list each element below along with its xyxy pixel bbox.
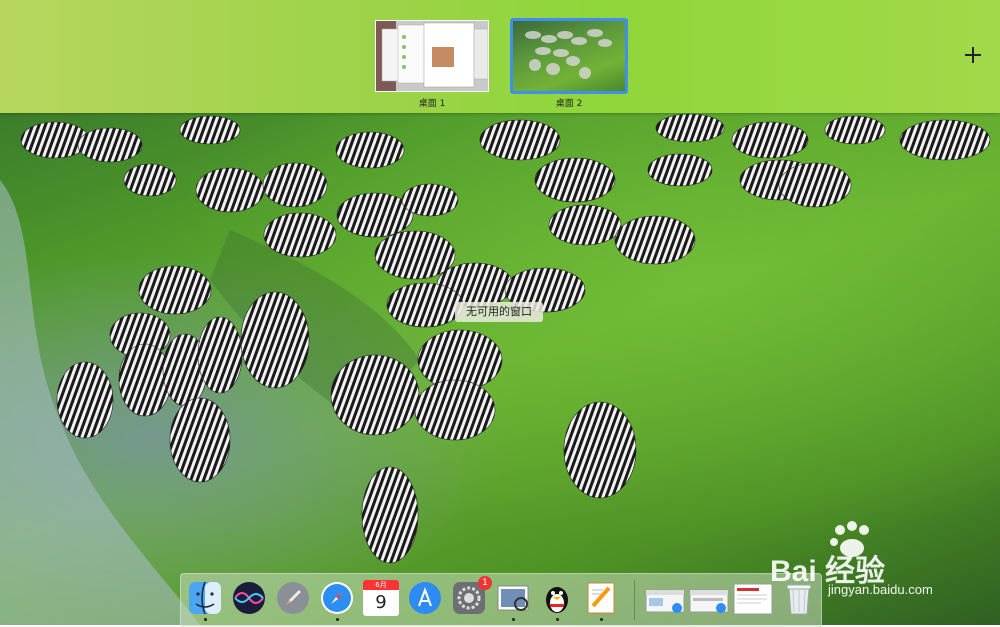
running-indicator [600, 618, 603, 621]
desktop-2-preview [525, 29, 612, 79]
desktop-1-preview [376, 21, 488, 91]
safari-window-icon[interactable] [645, 580, 685, 616]
calendar-month: 6月 [363, 580, 399, 590]
running-indicator [204, 618, 207, 621]
space-label-desktop-1: 桌面 1 [418, 99, 446, 109]
mission-control-spaces-bar: 桌面 1 桌面 2 [0, 0, 1000, 113]
calendar-icon[interactable]: 6月 9 [363, 580, 399, 616]
dock: 6月 9 1 [180, 573, 822, 627]
no-available-windows-label: 无可用的窗口 [455, 302, 543, 322]
compass-icon[interactable] [319, 580, 355, 621]
space-thumbnail-desktop-2-active[interactable] [510, 18, 628, 94]
running-indicator [336, 618, 339, 621]
siri-icon[interactable] [231, 580, 267, 616]
app-store-icon[interactable] [407, 580, 443, 616]
watermark-url: jingyan.baidu.com [828, 582, 933, 597]
space-label-desktop-2: 桌面 2 [555, 99, 583, 109]
plus-icon[interactable] [962, 44, 984, 66]
rocket-icon[interactable] [275, 580, 311, 616]
calendar-day: 9 [363, 590, 399, 616]
finder-icon[interactable] [187, 580, 223, 621]
space-thumbnail-desktop-1[interactable] [375, 20, 489, 92]
running-indicator [512, 618, 515, 621]
pages-icon[interactable] [583, 580, 619, 621]
safari-window-icon[interactable] [689, 580, 729, 616]
document-window-icon[interactable] [733, 580, 773, 616]
preview-icon[interactable] [495, 580, 531, 621]
dock-separator [634, 580, 635, 620]
penguin-icon[interactable] [539, 580, 575, 621]
running-indicator [556, 618, 559, 621]
baidu-jingyan-watermark: Bai 经验 jingyan.baidu.com [770, 520, 950, 597]
gear-icon[interactable]: 1 [451, 576, 492, 616]
notification-badge: 1 [478, 576, 492, 590]
